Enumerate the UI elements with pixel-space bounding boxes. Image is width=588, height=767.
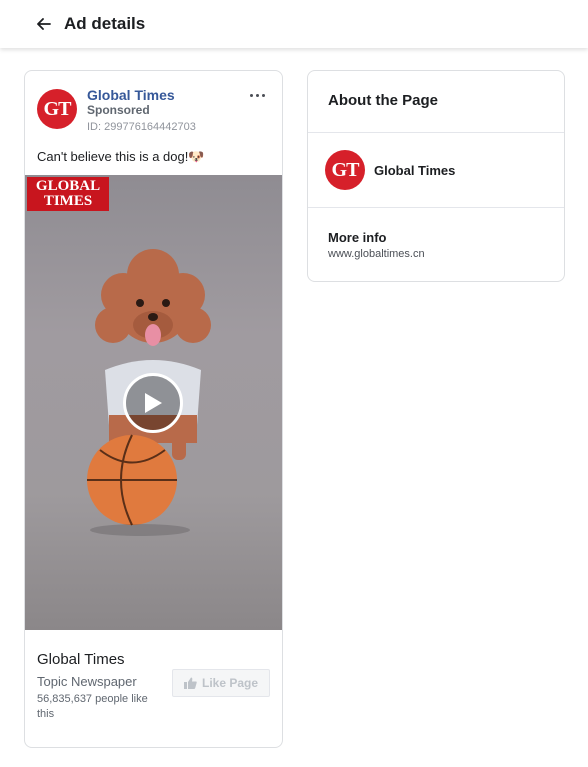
video-watermark-logo: GLOBAL TIMES	[27, 177, 109, 211]
divider	[308, 207, 564, 208]
ad-video[interactable]: GLOBAL TIMES	[25, 175, 282, 630]
about-page-card: About the Page GT Global Times More info…	[307, 70, 565, 282]
back-button[interactable]	[34, 14, 54, 34]
ad-text: Can't believe this is a dog!🐶	[37, 149, 205, 164]
about-page-avatar: GT	[325, 150, 365, 190]
page-title: Ad details	[64, 14, 146, 33]
ad-header: GT Global Times Sponsored ID: 2997761644…	[37, 87, 273, 137]
divider	[308, 132, 564, 133]
ad-id: ID: 299776164442703	[87, 121, 196, 133]
thumbs-up-icon	[183, 677, 197, 689]
page-avatar[interactable]: GT	[37, 89, 77, 129]
page-name-link[interactable]: Global Times	[87, 87, 175, 103]
about-page-link[interactable]: GT Global Times	[325, 149, 455, 191]
website-link[interactable]: www.globaltimes.cn	[328, 248, 425, 260]
footer-page-name: Global Times	[37, 651, 125, 668]
more-options-icon	[249, 93, 253, 97]
like-page-label: Like Page	[201, 676, 259, 690]
footer-like-count: 56,835,637 people like this	[37, 693, 148, 720]
sponsored-label: Sponsored	[87, 103, 150, 117]
more-options-button[interactable]	[245, 87, 269, 103]
play-button[interactable]	[123, 373, 183, 433]
top-bar: Ad details	[0, 0, 588, 48]
about-title: About the Page	[328, 92, 439, 109]
about-page-name: Global Times	[374, 162, 456, 178]
play-icon	[145, 393, 162, 413]
like-page-button[interactable]: Like Page	[172, 669, 270, 697]
more-info-label: More info	[328, 230, 387, 245]
footer-category: Topic Newspaper	[37, 674, 137, 689]
ad-preview-card: GT Global Times Sponsored ID: 2997761644…	[24, 70, 283, 748]
back-arrow-icon	[37, 18, 51, 30]
